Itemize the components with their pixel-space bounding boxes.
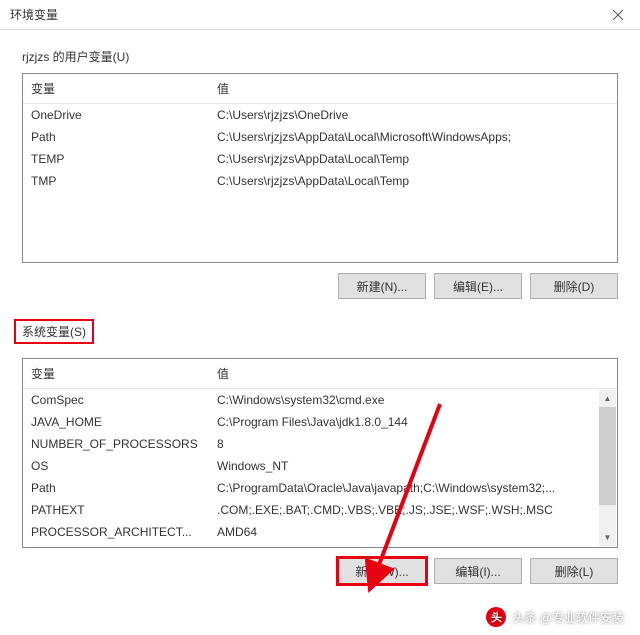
cell-value: C:\ProgramData\Oracle\Java\javapath;C:\W…	[209, 480, 617, 496]
scroll-track[interactable]	[599, 407, 616, 529]
system-edit-button[interactable]: 编辑(I)...	[434, 558, 522, 584]
table-row[interactable]: TEMP C:\Users\rjzjzs\AppData\Local\Temp	[23, 148, 617, 170]
cell-variable: NUMBER_OF_PROCESSORS	[23, 436, 209, 452]
cell-variable: JAVA_HOME	[23, 414, 209, 430]
system-buttons-row: 新建(W)... 编辑(I)... 删除(L)	[22, 558, 618, 584]
scroll-up-icon[interactable]: ▲	[599, 390, 616, 407]
cell-variable: TEMP	[23, 151, 209, 167]
grid-body: OneDrive C:\Users\rjzjzs\OneDrive Path C…	[23, 104, 617, 262]
grid-body: ComSpec C:\Windows\system32\cmd.exe JAVA…	[23, 389, 617, 547]
cell-value: C:\Windows\system32\cmd.exe	[209, 392, 617, 408]
watermark-icon: 头	[486, 607, 506, 627]
cell-variable: OneDrive	[23, 107, 209, 123]
user-new-button[interactable]: 新建(N)...	[338, 273, 426, 299]
cell-variable: TMP	[23, 173, 209, 189]
cell-variable: Path	[23, 480, 209, 496]
cell-variable: OS	[23, 458, 209, 474]
cell-value: .COM;.EXE;.BAT;.CMD;.VBS;.VBE;.JS;.JSE;.…	[209, 502, 617, 518]
cell-value: C:\Users\rjzjzs\AppData\Local\Microsoft\…	[209, 129, 617, 145]
table-row[interactable]: Path C:\ProgramData\Oracle\Java\javapath…	[23, 477, 617, 499]
cell-value: 8	[209, 436, 617, 452]
table-row[interactable]: TMP C:\Users\rjzjzs\AppData\Local\Temp	[23, 170, 617, 192]
cell-variable: ComSpec	[23, 392, 209, 408]
watermark-text: 头条 @专业软件安装	[512, 609, 624, 626]
user-buttons-row: 新建(N)... 编辑(E)... 删除(D)	[22, 273, 618, 299]
close-button[interactable]	[595, 0, 640, 30]
cell-variable: PROCESSOR_ARCHITECT...	[23, 524, 209, 540]
scroll-down-icon[interactable]: ▼	[599, 529, 616, 546]
titlebar: 环境变量	[0, 0, 640, 30]
table-row[interactable]: NUMBER_OF_PROCESSORS 8	[23, 433, 617, 455]
table-row[interactable]: OneDrive C:\Users\rjzjzs\OneDrive	[23, 104, 617, 126]
column-header-value[interactable]: 值	[209, 359, 617, 388]
watermark: 头 头条 @专业软件安装	[486, 607, 624, 627]
cell-value: C:\Users\rjzjzs\OneDrive	[209, 107, 617, 123]
cell-value: AMD64	[209, 524, 617, 540]
column-header-variable[interactable]: 变量	[23, 359, 209, 388]
table-row[interactable]: ComSpec C:\Windows\system32\cmd.exe	[23, 389, 617, 411]
table-row[interactable]: JAVA_HOME C:\Program Files\Java\jdk1.8.0…	[23, 411, 617, 433]
cell-variable: Path	[23, 129, 209, 145]
user-variables-section: rjzjzs 的用户变量(U) 变量 值 OneDrive C:\Users\r…	[22, 48, 618, 299]
system-variables-grid[interactable]: 变量 值 ComSpec C:\Windows\system32\cmd.exe…	[22, 358, 618, 548]
user-edit-button[interactable]: 编辑(E)...	[434, 273, 522, 299]
cell-value: C:\Users\rjzjzs\AppData\Local\Temp	[209, 151, 617, 167]
system-variables-section: 系统变量(S) 变量 值 ComSpec C:\Windows\system32…	[22, 319, 618, 584]
user-variables-grid[interactable]: 变量 值 OneDrive C:\Users\rjzjzs\OneDrive P…	[22, 73, 618, 263]
dialog-content: rjzjzs 的用户变量(U) 变量 值 OneDrive C:\Users\r…	[0, 30, 640, 584]
cell-value: C:\Users\rjzjzs\AppData\Local\Temp	[209, 173, 617, 189]
table-row[interactable]: OS Windows_NT	[23, 455, 617, 477]
cell-variable: PATHEXT	[23, 502, 209, 518]
cell-value: Windows_NT	[209, 458, 617, 474]
grid-header: 变量 值	[23, 359, 617, 389]
scrollbar[interactable]: ▲ ▼	[599, 390, 616, 546]
column-header-variable[interactable]: 变量	[23, 74, 209, 103]
system-new-button[interactable]: 新建(W)...	[338, 558, 426, 584]
scroll-thumb[interactable]	[599, 407, 616, 505]
user-delete-button[interactable]: 删除(D)	[530, 273, 618, 299]
user-section-label: rjzjzs 的用户变量(U)	[22, 48, 129, 65]
column-header-value[interactable]: 值	[209, 74, 617, 103]
grid-header: 变量 值	[23, 74, 617, 104]
table-row[interactable]: PATHEXT .COM;.EXE;.BAT;.CMD;.VBS;.VBE;.J…	[23, 499, 617, 521]
window-title: 环境变量	[10, 6, 58, 23]
close-icon	[613, 10, 623, 20]
system-section-label: 系统变量(S)	[14, 319, 94, 344]
table-row[interactable]: Path C:\Users\rjzjzs\AppData\Local\Micro…	[23, 126, 617, 148]
cell-value: C:\Program Files\Java\jdk1.8.0_144	[209, 414, 617, 430]
table-row[interactable]: PROCESSOR_ARCHITECT... AMD64	[23, 521, 617, 543]
system-delete-button[interactable]: 删除(L)	[530, 558, 618, 584]
